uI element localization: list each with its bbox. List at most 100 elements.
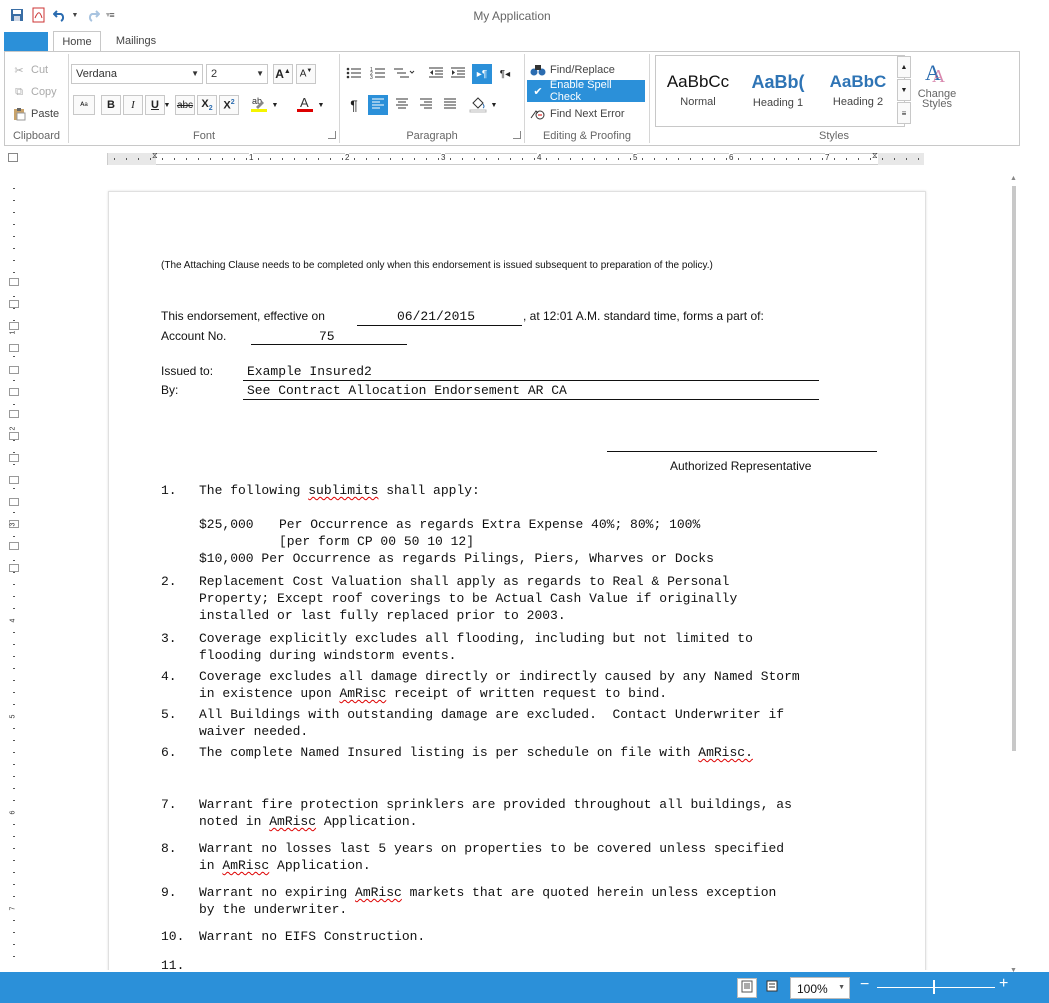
shading-dropdown[interactable]: ▼ [488, 95, 500, 115]
clipboard-group-label: Clipboard [12, 130, 61, 142]
styles-scroll-down[interactable]: ▼ [897, 79, 911, 101]
ruler-tick [270, 158, 271, 160]
ruler-tick [810, 158, 811, 160]
item-text-line: Coverage excludes all damage directly or… [199, 669, 800, 684]
ruler-tick [498, 158, 499, 160]
find-next-error-button[interactable]: Find Next Error [530, 106, 625, 122]
align-right-button[interactable] [416, 95, 436, 115]
increase-indent-button[interactable] [448, 64, 468, 84]
multilevel-list-button[interactable] [392, 64, 416, 84]
zoom-slider-track[interactable] [877, 987, 995, 988]
decrease-indent-button[interactable] [426, 64, 446, 84]
vertical-scrollbar[interactable]: ▲ ▼ [1010, 175, 1018, 974]
enable-spell-check-button[interactable]: ✔ Enable Spell Check [527, 79, 645, 103]
ruler-tick [654, 158, 655, 160]
ruler-tick [798, 158, 799, 160]
style-heading-1[interactable]: AaBb( Heading 1 [738, 62, 818, 122]
highlight-dropdown[interactable]: ▼ [269, 95, 281, 115]
subscript-button[interactable]: X2 [197, 95, 217, 115]
align-left-button[interactable] [368, 95, 388, 115]
file-tab[interactable] [4, 32, 48, 51]
rtl-button[interactable]: ¶◂ [495, 64, 515, 84]
tab-home[interactable]: Home [53, 31, 101, 52]
scrollbar-thumb[interactable] [1012, 186, 1016, 751]
ltr-button[interactable]: ▸¶ [472, 64, 492, 84]
ruler-tick [606, 158, 607, 160]
copy-button[interactable]: ⧉ Copy [11, 84, 57, 100]
font-color-dropdown[interactable]: ▼ [315, 95, 327, 115]
misspelled-word: AmRisc. [698, 745, 753, 760]
ruler-tick [462, 158, 463, 160]
style-normal[interactable]: AaBbCc Normal [658, 62, 738, 122]
text-run: receipt of written request to bind. [386, 686, 668, 701]
bold-icon: B [107, 99, 115, 111]
shrink-font-button[interactable]: A▼ [296, 64, 316, 84]
ruler-tick [258, 158, 259, 160]
tab-mailings[interactable]: Mailings [108, 31, 164, 52]
ruler-tick [13, 308, 15, 309]
ruler-tick [13, 920, 15, 921]
ruler-number: 3 [9, 522, 17, 527]
zoom-select[interactable]: 100% ▼ [790, 977, 850, 999]
ruler-margin-left [108, 153, 156, 165]
italic-button[interactable]: I [123, 95, 143, 115]
paste-button[interactable]: Paste [11, 106, 59, 122]
numbering-button[interactable]: 123 [368, 64, 388, 84]
zoom-in-icon[interactable]: + [999, 975, 1008, 993]
ruler-tick [354, 158, 355, 160]
zoom-out-icon[interactable]: − [860, 976, 869, 994]
styles-more[interactable]: ≡ [897, 102, 911, 124]
font-dialog-launcher-icon[interactable] [328, 131, 336, 139]
font-color-button[interactable]: A [295, 95, 315, 115]
document-page[interactable]: (The Attaching Clause needs to be comple… [108, 191, 926, 970]
item-number: 2. [161, 574, 177, 589]
bold-button[interactable]: B [101, 95, 121, 115]
styles-scroll-up[interactable]: ▲ [897, 56, 911, 78]
ruler-tick [13, 932, 15, 933]
indent-marker-icon[interactable]: ⧖ [152, 151, 158, 161]
item-number: 10. [161, 929, 185, 944]
change-styles-label: Styles [922, 98, 952, 110]
chevron-down-icon: ▼ [900, 86, 908, 94]
highlight-color-button[interactable]: ab [249, 95, 269, 115]
ribbon-tabs: Home Mailings [0, 30, 1049, 52]
scroll-up-icon[interactable]: ▲ [1010, 175, 1017, 182]
shading-button[interactable] [468, 95, 488, 115]
paragraph-dialog-launcher-icon[interactable] [513, 131, 521, 139]
ruler-toggle-icon[interactable] [8, 153, 18, 162]
by-underline [243, 399, 819, 400]
find-replace-button[interactable]: Find/Replace [530, 62, 615, 78]
ruler-number: 5 [633, 153, 638, 162]
misspelled-word: AmRisc [222, 858, 270, 873]
right-indent-marker-icon[interactable]: ⧖ [872, 151, 878, 161]
paste-icon [11, 106, 27, 122]
zoom-slider-thumb[interactable] [933, 980, 935, 994]
style-heading-2[interactable]: AaBbC Heading 2 [818, 62, 898, 122]
font-size-select[interactable]: 2 ▼ [206, 64, 268, 84]
underline-dropdown[interactable]: ▼ [162, 95, 172, 115]
strikethrough-button[interactable]: abc [175, 95, 195, 115]
change-styles-button[interactable]: AA Change Styles [913, 58, 961, 110]
item-text-line: Replacement Cost Valuation shall apply a… [199, 574, 730, 589]
ruler-marker-icon [9, 388, 19, 396]
simple-view-button[interactable] [763, 978, 783, 998]
ruler-tick [246, 158, 247, 160]
styles-group-label: Styles [819, 130, 849, 142]
cut-button[interactable]: ✂ Cut [11, 62, 48, 78]
horizontal-ruler[interactable]: 1 2 3 4 5 6 7 ⧖ ⧖ [0, 150, 1049, 170]
more-icon: ≡ [901, 108, 907, 118]
account-underline [251, 344, 407, 345]
align-center-button[interactable] [392, 95, 412, 115]
document-area[interactable]: (The Attaching Clause needs to be comple… [28, 178, 1008, 970]
superscript-button[interactable]: X2 [219, 95, 239, 115]
bullets-button[interactable] [344, 64, 364, 84]
vertical-ruler[interactable]: 1 2 3 4 5 6 7 [0, 178, 24, 968]
justify-button[interactable] [440, 95, 460, 115]
italic-icon: I [131, 99, 135, 111]
font-family-select[interactable]: Verdana ▼ [71, 64, 203, 84]
print-layout-view-button[interactable] [737, 978, 757, 998]
svg-text:A: A [932, 66, 945, 86]
font-dialog-button[interactable]: ᴬᵃ [73, 95, 95, 115]
grow-font-button[interactable]: A▲ [273, 64, 293, 84]
show-formatting-button[interactable]: ¶ [344, 95, 364, 115]
